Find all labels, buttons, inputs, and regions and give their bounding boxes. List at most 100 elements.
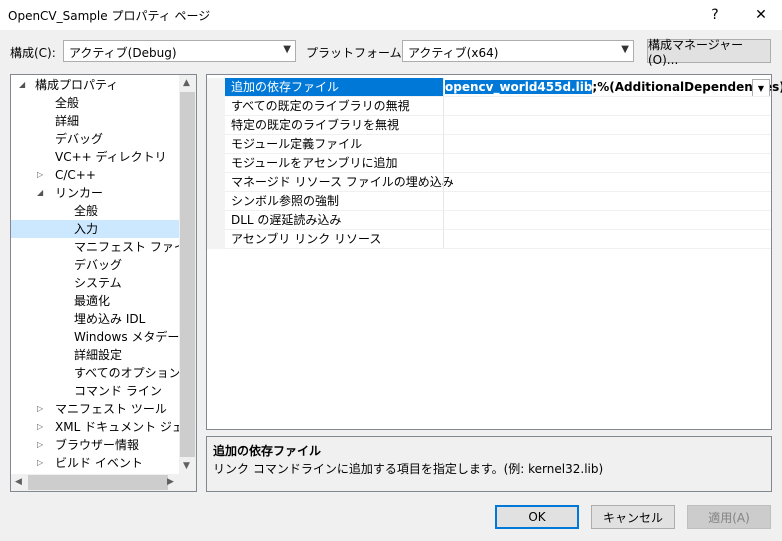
property-name[interactable]: 追加の依存ファイル [225,78,443,97]
tree-vertical-thumb[interactable] [180,92,195,457]
property-row[interactable]: シンボル参照の強制 [207,192,771,211]
tree-item[interactable]: VC++ ディレクトリ [11,148,179,166]
row-gutter [207,97,225,116]
property-row[interactable]: 特定の既定のライブラリを無視 [207,116,771,135]
tree-item-label: 全般 [74,204,99,218]
tree-item[interactable]: コマンド ライン [11,382,179,400]
property-name[interactable]: シンボル参照の強制 [225,192,443,211]
collapse-icon[interactable]: ◢ [19,76,25,94]
platform-select[interactable]: アクティブ(x64) ▼ [402,40,634,62]
tree-horizontal-thumb[interactable] [28,475,168,490]
property-name[interactable]: マネージド リソース ファイルの埋め込み [225,173,454,192]
property-row[interactable]: すべての既定のライブラリの無視 [207,97,771,116]
property-row[interactable]: マネージド リソース ファイルの埋め込み [207,173,771,192]
tree-item[interactable]: システム [11,274,179,292]
tree-item[interactable]: ◢ リンカー [11,184,179,202]
property-value[interactable]: opencv_world455d.lib;%(AdditionalDepende… [443,78,782,97]
tree-item-label: 詳細設定 [74,348,123,362]
config-select[interactable]: アクティブ(Debug) ▼ [63,40,296,62]
tree-item[interactable]: デバッグ [11,130,179,148]
expand-icon[interactable]: ▷ [37,418,43,436]
tree-item-label: ビルド イベント [55,456,143,470]
row-gutter [207,116,225,135]
tree-item[interactable]: ▷ ブラウザー情報 [11,436,179,454]
tree-item[interactable]: 全般 [11,94,179,112]
property-row[interactable]: DLL の遅延読み込み [207,211,771,230]
selected-value-text: opencv_world455d.lib [445,80,593,94]
property-value[interactable] [443,230,771,249]
tree-horizontal-scrollbar[interactable]: ◀ ▶ [11,474,196,491]
property-value[interactable] [443,211,771,230]
property-name[interactable]: モジュールをアセンブリに追加 [225,154,443,173]
property-row[interactable]: モジュールをアセンブリに追加 [207,154,771,173]
property-grid[interactable]: 追加の依存ファイル opencv_world455d.lib;%(Addition… [206,74,782,430]
tree-item[interactable]: 詳細設定 [11,346,179,364]
tree-item[interactable]: ▷ ビルド イベント [11,454,179,472]
tree-item[interactable]: マニフェスト ファイル [11,238,179,256]
tree-item-label: ブラウザー情報 [55,438,140,452]
property-tree[interactable]: ◢ 構成プロパティ 全般 詳細 デバッグ VC++ ディレクトリ ▷ C/C++ ◢ リンカー 全般… [10,74,197,492]
tree-item-label: 埋め込み IDL [74,312,146,326]
ok-button[interactable]: OK [495,505,579,529]
tree-item-label: デバッグ [55,132,104,146]
tree-item-label: C/C++ [55,168,96,182]
property-row[interactable]: 追加の依存ファイル opencv_world455d.lib;%(Addition… [207,78,782,97]
property-value[interactable] [443,97,771,116]
expand-icon[interactable]: ▷ [37,400,43,418]
property-name[interactable]: モジュール定義ファイル [225,135,443,154]
tree-item-label: リンカー [55,186,104,200]
config-manager-button[interactable]: 構成マネージャー(O)... [647,38,771,67]
tree-item-label: デバッグ [74,258,123,272]
chevron-down-icon: ▼ [283,44,291,55]
property-name[interactable]: DLL の遅延読み込み [225,211,443,230]
apply-button[interactable]: 適用(A) [687,505,771,529]
tree-item[interactable]: デバッグ [11,256,179,274]
tree-vertical-scrollbar[interactable]: ▲ ▼ [179,75,196,475]
expand-icon[interactable]: ▷ [37,436,43,454]
property-value[interactable] [443,173,771,192]
property-value[interactable] [443,154,771,173]
tree-item[interactable]: Windows メタデータ [11,328,179,346]
tree-item-label: 入力 [74,222,99,236]
close-button[interactable]: ✕ [740,0,782,30]
property-name[interactable]: アセンブリ リンク リソース [225,230,443,249]
property-name[interactable]: 特定の既定のライブラリを無視 [225,116,443,135]
expand-icon[interactable]: ▷ [37,166,43,184]
property-value-editor[interactable]: opencv_world455d.lib;%(AdditionalDepende… [445,79,782,96]
tree-item[interactable]: ▷ C/C++ [11,166,179,184]
tree-item-label: 全般 [55,96,80,110]
tree-item[interactable]: すべてのオプション [11,364,179,382]
property-value[interactable] [443,135,771,154]
config-label: 構成(C): [10,46,56,60]
scroll-down-icon[interactable]: ▼ [183,461,190,471]
tree-item[interactable]: 最適化 [11,292,179,310]
config-select-value: アクティブ(Debug) [69,46,177,60]
title-bar: OpenCV_Sample プロパティ ページ ? ✕ [0,0,782,30]
row-gutter [207,230,225,249]
property-value[interactable] [443,116,771,135]
value-dropdown-button[interactable]: ▼ [752,79,770,97]
collapse-icon[interactable]: ◢ [37,184,43,202]
tree-items: ◢ 構成プロパティ 全般 詳細 デバッグ VC++ ディレクトリ ▷ C/C++ ◢ リンカー 全般… [11,75,179,475]
tree-item[interactable]: 入力 [11,220,179,238]
property-value[interactable] [443,192,771,211]
scroll-right-icon[interactable]: ▶ [167,477,174,487]
tree-item[interactable]: 全般 [11,202,179,220]
tree-item[interactable]: ▷ マニフェスト ツール [11,400,179,418]
scroll-up-icon[interactable]: ▲ [183,78,190,88]
property-row[interactable]: モジュール定義ファイル [207,135,771,154]
cancel-button[interactable]: キャンセル [591,505,675,529]
tree-item-label: XML ドキュメント ジェネレー [55,420,179,434]
row-gutter [207,192,225,211]
chevron-down-icon: ▼ [621,44,629,55]
property-name[interactable]: すべての既定のライブラリの無視 [225,97,443,116]
expand-icon[interactable]: ▷ [37,454,43,472]
property-row[interactable]: アセンブリ リンク リソース [207,230,771,249]
tree-item[interactable]: 埋め込み IDL [11,310,179,328]
help-button[interactable]: ? [694,0,736,30]
tree-item[interactable]: ◢ 構成プロパティ [11,76,179,94]
tree-item[interactable]: 詳細 [11,112,179,130]
description-panel: 追加の依存ファイル リンク コマンドラインに追加する項目を指定します。(例: k… [206,436,772,492]
tree-item[interactable]: ▷ XML ドキュメント ジェネレー [11,418,179,436]
scroll-left-icon[interactable]: ◀ [15,477,22,487]
